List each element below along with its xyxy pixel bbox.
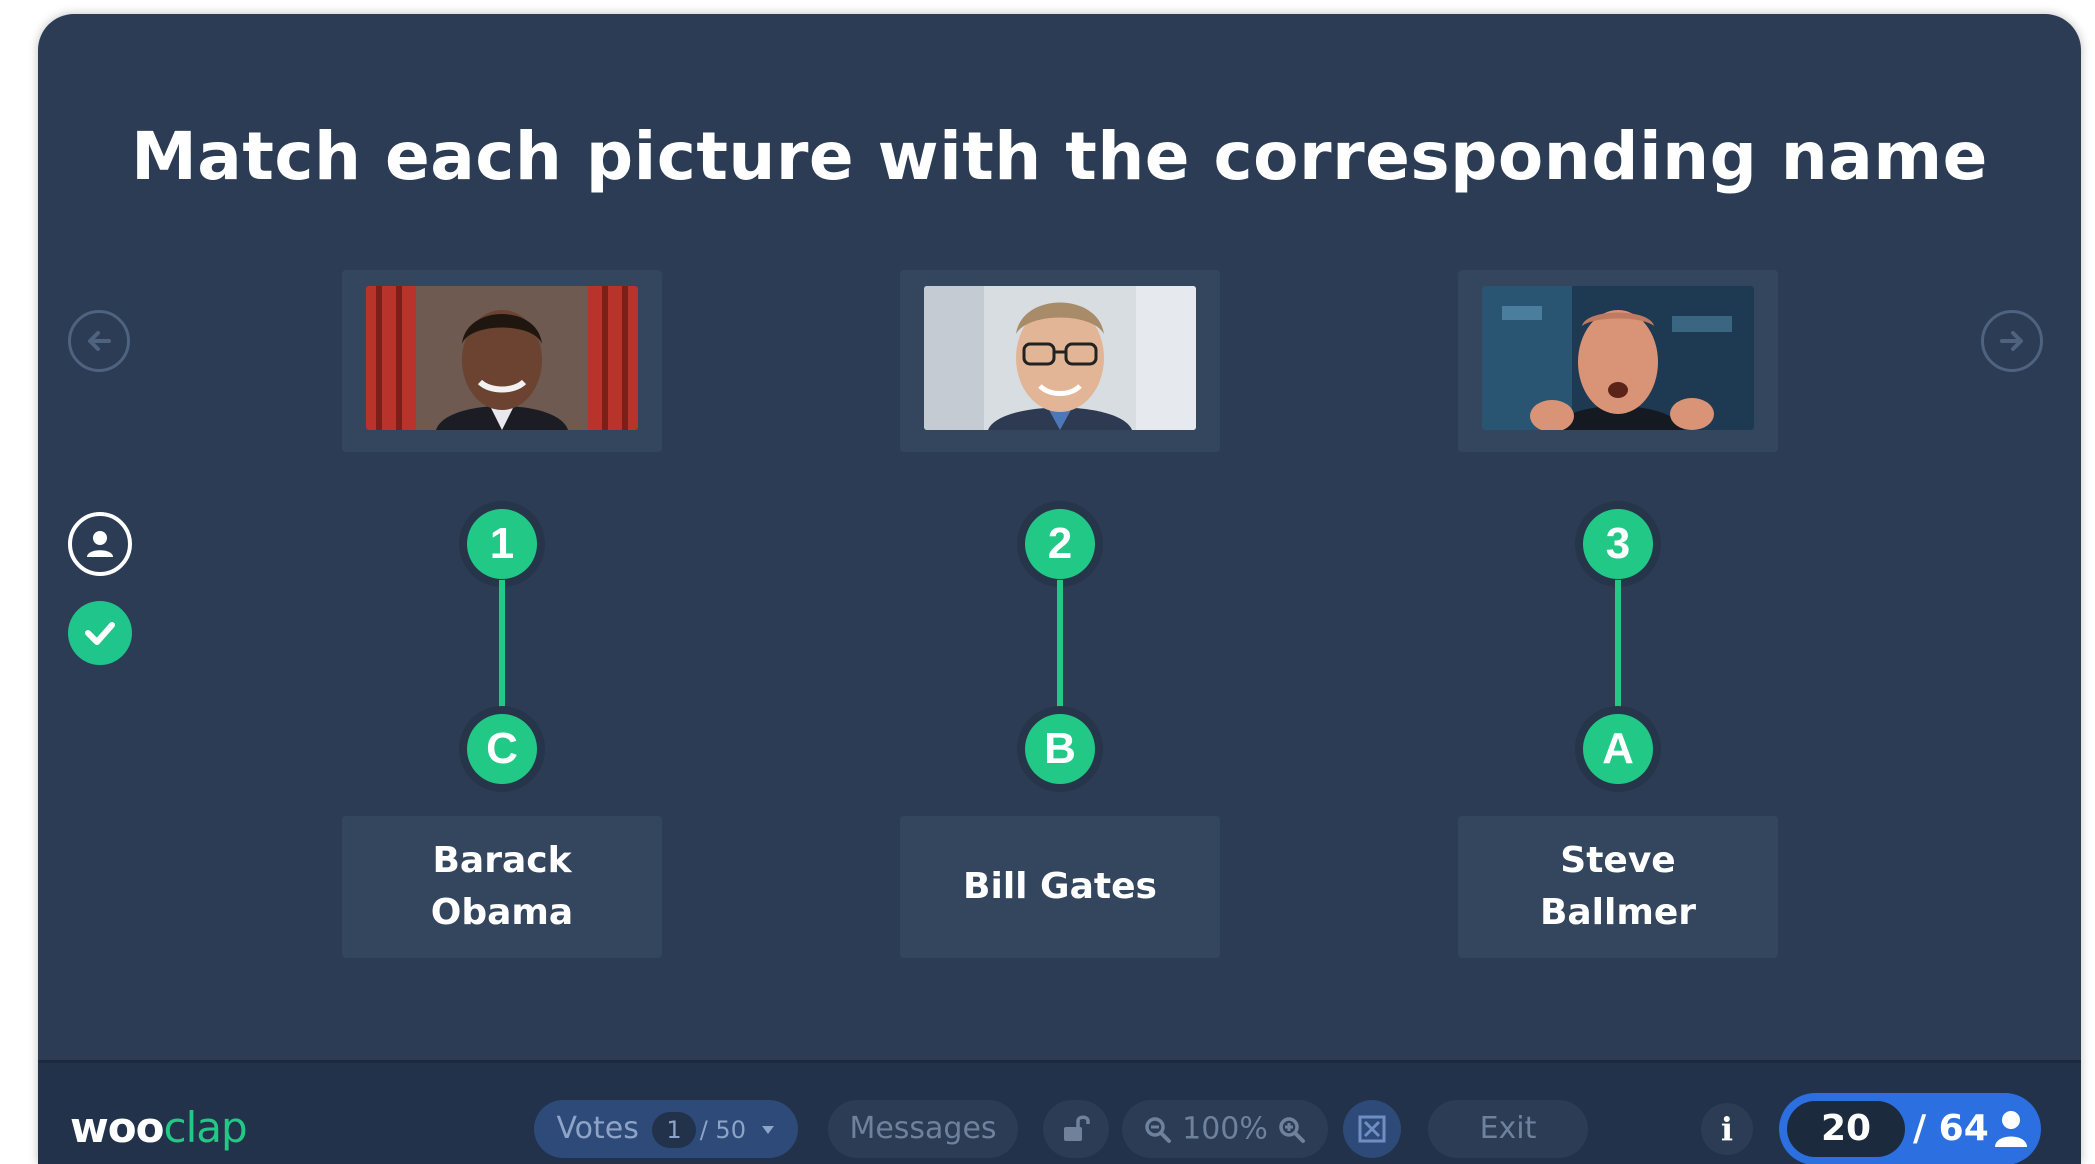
- name-label: Steve Ballmer: [1539, 840, 1697, 933]
- votes-label: Votes: [556, 1111, 639, 1146]
- messages-button[interactable]: Messages: [828, 1100, 1018, 1158]
- name-letter-badge[interactable]: B: [1017, 706, 1103, 792]
- picture-number-badge[interactable]: 3: [1575, 501, 1661, 587]
- user-icon: [87, 531, 113, 557]
- votes-total: / 50: [699, 1116, 746, 1144]
- fullscreen-icon: [1358, 1115, 1386, 1143]
- portrait-photo-2: [924, 286, 1196, 430]
- picture-number-badge[interactable]: 2: [1017, 501, 1103, 587]
- pair-column-2: 2 B Bill Gates: [900, 270, 1220, 970]
- question-title: Match each picture with the correspondin…: [131, 118, 1988, 195]
- zoom-out-icon[interactable]: [1143, 1115, 1173, 1145]
- wooclap-logo: wooclap: [70, 1103, 248, 1152]
- presentation-frame: Match each picture with the correspondin…: [38, 14, 2081, 1164]
- zoom-control: 100%: [1122, 1100, 1328, 1158]
- info-icon[interactable]: i: [1701, 1103, 1753, 1155]
- person-icon: [1995, 1111, 2027, 1147]
- arrow-left-icon: [88, 331, 111, 351]
- match-connector-line: [499, 580, 505, 714]
- name-label: Barack Obama: [430, 840, 574, 933]
- next-slide-button[interactable]: [1981, 310, 2043, 372]
- participants-current: 20: [1787, 1101, 1905, 1157]
- name-card-3[interactable]: Steve Ballmer: [1458, 816, 1778, 958]
- zoom-level: 100%: [1182, 1111, 1268, 1147]
- picture-card-3[interactable]: [1458, 270, 1778, 452]
- portrait-photo-3: [1482, 286, 1754, 430]
- exit-button[interactable]: Exit: [1428, 1100, 1588, 1158]
- picture-card-2[interactable]: [900, 270, 1220, 452]
- picture-card-1[interactable]: [342, 270, 662, 452]
- match-connector-line: [1057, 580, 1063, 714]
- check-icon: [85, 622, 115, 645]
- lock-button[interactable]: [1043, 1100, 1109, 1158]
- participants-total: / 64: [1913, 1108, 1989, 1149]
- arrow-right-icon: [2000, 331, 2023, 351]
- lock-icon: [1064, 1115, 1090, 1141]
- previous-slide-button[interactable]: [68, 310, 130, 372]
- match-connector-line: [1615, 580, 1621, 714]
- chevron-down-icon: [761, 1125, 774, 1134]
- portrait-photo-1: [366, 286, 638, 430]
- show-correct-answer-button[interactable]: [68, 601, 132, 665]
- participants-counter[interactable]: 20 / 64: [1779, 1093, 2041, 1164]
- name-letter-badge[interactable]: A: [1575, 706, 1661, 792]
- pair-column-3: 3 A Steve Ballmer: [1458, 270, 1778, 970]
- name-card-1[interactable]: Barack Obama: [342, 816, 662, 958]
- participant-view-button[interactable]: [68, 512, 132, 576]
- pair-column-1: 1 C Barack Obama: [342, 270, 662, 970]
- name-label: Bill Gates: [963, 866, 1157, 907]
- votes-button[interactable]: Votes 1/ 50: [534, 1100, 798, 1158]
- fullscreen-button[interactable]: [1343, 1100, 1401, 1158]
- name-letter-badge[interactable]: C: [459, 706, 545, 792]
- zoom-in-icon[interactable]: [1277, 1115, 1307, 1145]
- votes-count: 1: [652, 1111, 696, 1148]
- picture-number-badge[interactable]: 1: [459, 501, 545, 587]
- name-card-2[interactable]: Bill Gates: [900, 816, 1220, 958]
- bottom-toolbar: wooclap Votes 1/ 50 Messages 100% Exit i…: [38, 1060, 2081, 1164]
